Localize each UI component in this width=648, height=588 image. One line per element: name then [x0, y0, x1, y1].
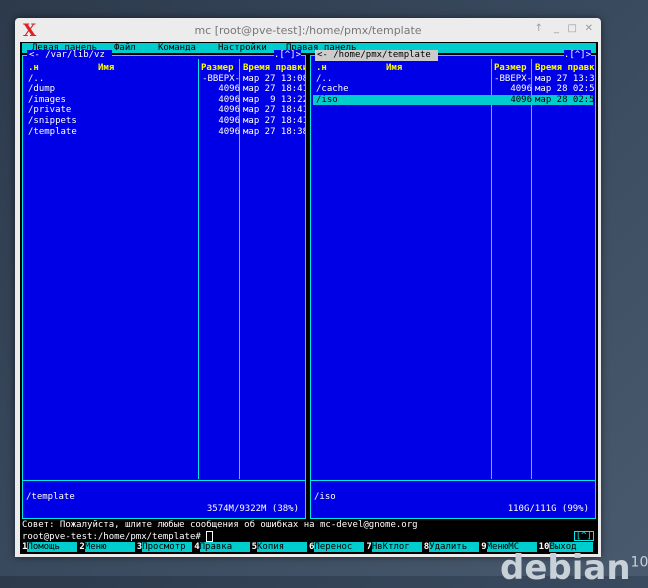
file-size: 4096 — [218, 105, 240, 116]
file-size: 4096 — [218, 94, 240, 105]
file-row[interactable]: /template 4096 мар 27 18:38 — [25, 126, 305, 138]
cursor — [206, 531, 214, 542]
file-mtime: мар 27 13:30 — [535, 73, 595, 84]
function-key-3[interactable]: 3Просмотр — [137, 542, 193, 552]
function-key-label: Помощь — [27, 542, 78, 552]
function-key-4[interactable]: 4Правка — [194, 542, 250, 552]
right-mini-status: /iso — [314, 492, 336, 502]
close-button[interactable]: ✕ — [585, 23, 593, 34]
panel-divider — [23, 480, 305, 481]
file-size: 4096 — [218, 84, 240, 95]
time-column-header[interactable]: Время правки — [243, 63, 305, 74]
file-name: /iso — [316, 94, 338, 105]
file-mtime: мар 27 18:41 — [243, 116, 305, 126]
menu-file[interactable]: Файл — [114, 43, 136, 54]
file-row[interactable]: /private 4096 мар 27 18:41 — [25, 105, 305, 116]
file-name: /dump — [28, 84, 56, 95]
file-mtime: мар 28 02:56 — [535, 94, 595, 105]
right-panel[interactable]: <- /home/pmx/template .[^]> .н Имя Размер В… — [310, 50, 596, 519]
menu-options[interactable]: Настройки — [218, 43, 267, 54]
file-name: /template — [28, 126, 77, 137]
file-size: 4096 — [218, 126, 240, 137]
debian-logo: debian10 — [500, 548, 648, 588]
left-disk-usage: 3574M/9322M (38%) — [204, 504, 301, 515]
terminal-window: X mc [root@pve-test]:/home/pmx/template … — [15, 18, 601, 557]
right-disk-usage: 110G/111G (99%) — [505, 504, 591, 515]
function-key-label: НвКтлог — [371, 542, 422, 552]
column-header-row: .н Имя Размер Время правки — [25, 63, 305, 74]
left-mini-status: /template — [26, 492, 75, 502]
function-key-label: Меню — [84, 542, 135, 552]
hint-line: Совет: Пожалуйста, шлите любые сообщения… — [22, 520, 418, 530]
maximize-button[interactable]: □ — [568, 23, 577, 34]
file-name: /images — [28, 94, 66, 105]
time-column-header[interactable]: Время правки — [535, 63, 595, 74]
sort-indicator[interactable]: .н — [28, 63, 39, 74]
file-size: -ВВЕРХ- — [202, 73, 240, 84]
file-row[interactable]: /snippets 4096 мар 27 18:41 — [25, 116, 305, 127]
left-panel[interactable]: <- /var/lib/vz .[^]> .н Имя Размер Время пр… — [22, 50, 306, 519]
window-title: mc [root@pve-test]:/home/pmx/template — [194, 24, 422, 37]
function-key-2[interactable]: 2Меню — [79, 542, 135, 552]
file-name: /cache — [316, 84, 349, 95]
function-key-1[interactable]: 1Помощь — [22, 542, 78, 552]
size-column-header[interactable]: Размер — [201, 63, 241, 74]
function-key-5[interactable]: 5Копия — [252, 542, 308, 552]
file-row[interactable]: /cache 4096 мар 28 02:57 — [313, 84, 595, 95]
file-row[interactable]: /.. -ВВЕРХ-мар 27 13:30 — [313, 73, 595, 85]
right-panel-path: <- /home/pmx/template — [315, 50, 439, 61]
function-key-8[interactable]: 8Удалить — [424, 542, 480, 552]
file-row[interactable]: /images 4096 мар 9 13:22 — [25, 94, 305, 106]
file-mtime: мар 27 13:08 — [243, 73, 305, 84]
left-panel-path: <- /var/lib/vz — [27, 50, 113, 61]
left-path-text: /var/lib/vz — [45, 50, 105, 60]
file-mtime: мар 27 18:41 — [243, 105, 305, 116]
function-key-label: Копия — [257, 542, 308, 552]
file-mtime: мар 27 18:41 — [243, 84, 305, 95]
terminal[interactable]: Левая панель Файл Команда Настройки Прав… — [20, 42, 598, 554]
file-name: /.. — [28, 73, 45, 84]
function-key-7[interactable]: 7НвКтлог — [366, 542, 422, 552]
subshell-toggle-button[interactable]: [^] — [573, 531, 594, 541]
file-row[interactable]: /dump 4096 мар 27 18:41 — [25, 84, 305, 95]
name-column-header[interactable]: Имя — [98, 63, 114, 74]
command-line[interactable]: root@pve-test:/home/pmx/template# — [22, 531, 214, 543]
minimize-button[interactable]: _ — [554, 23, 559, 34]
file-size: 4096 — [218, 116, 240, 126]
file-size: 4096 — [510, 94, 532, 105]
function-key-label: Перенос — [314, 542, 365, 552]
prompt: root@pve-test:/home/pmx/template# — [22, 532, 201, 542]
function-key-label: Просмотр — [142, 542, 193, 552]
file-mtime: мар 28 02:57 — [535, 84, 595, 95]
menu-command[interactable]: Команда — [158, 43, 196, 54]
function-key-6[interactable]: 6Перенос — [309, 542, 365, 552]
column-divider — [491, 59, 492, 479]
right-panel-corner[interactable]: .[^]> — [563, 50, 591, 61]
file-name: /private — [28, 105, 72, 116]
file-row[interactable]: /.. -ВВЕРХ-мар 27 13:08 — [25, 73, 305, 85]
column-header-row: .н Имя Размер Время правки — [313, 63, 595, 74]
panel-divider — [311, 480, 595, 481]
size-column-header[interactable]: Размер — [494, 63, 533, 74]
file-name: /.. — [316, 73, 333, 84]
function-key-label: Удалить — [429, 542, 480, 552]
file-name: /snippets — [28, 116, 77, 126]
column-divider — [531, 59, 532, 479]
right-path-text: /home/pmx/template — [333, 50, 431, 60]
file-mtime: мар 27 18:38 — [243, 126, 305, 137]
name-column-header[interactable]: Имя — [386, 63, 402, 74]
file-size: -ВВЕРХ- — [494, 73, 532, 84]
sort-indicator[interactable]: .н — [316, 63, 327, 74]
file-row[interactable]: /iso 4096 мар 28 02:56 — [313, 94, 595, 106]
left-panel-corner[interactable]: .[^]> — [273, 50, 301, 61]
file-mtime: мар 9 13:22 — [243, 94, 305, 105]
file-size: 4096 — [510, 84, 532, 95]
title-bar: X mc [root@pve-test]:/home/pmx/template … — [15, 18, 601, 42]
function-key-label: Правка — [199, 542, 250, 552]
keep-above-button[interactable]: ↑ — [535, 23, 543, 34]
